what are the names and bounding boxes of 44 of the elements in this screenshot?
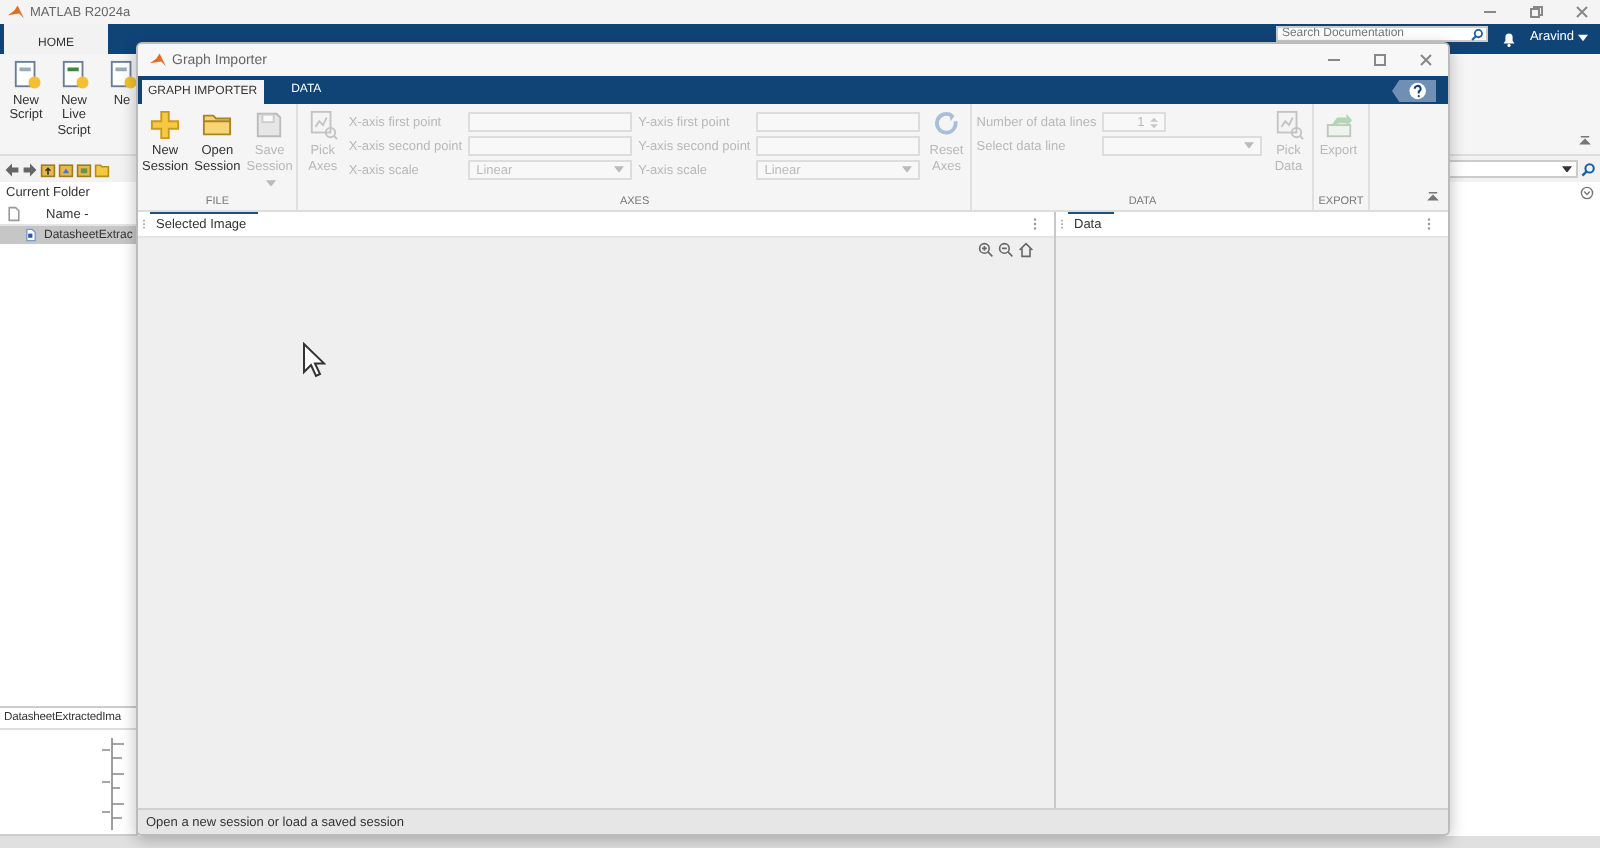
expand-icon[interactable] [1580,186,1594,200]
caret-icon [1244,142,1255,150]
chart-magnifier-icon [1273,110,1304,140]
caret-icon [1578,33,1588,41]
dropdown-field[interactable] [1102,136,1263,156]
forward-icon[interactable] [22,161,38,177]
zoom-out-icon[interactable] [998,242,1014,258]
input-field[interactable] [756,136,921,156]
input-field[interactable] [468,136,633,156]
folder-icon [202,110,233,140]
collapse-icon[interactable] [1578,134,1592,148]
reset-icon [931,110,962,140]
search-icon[interactable] [1580,161,1596,177]
script-icon [11,60,41,90]
plus-icon [150,110,181,140]
file-icon [24,228,38,242]
matlab-logo-icon [8,4,24,20]
back-icon[interactable] [4,161,20,177]
close-icon[interactable] [1416,50,1436,70]
zoom-in-icon[interactable] [978,242,994,258]
browse-folder-icon[interactable] [58,161,74,177]
folder-up-icon[interactable] [40,161,56,177]
help-icon[interactable] [1392,80,1436,102]
caret-icon [1562,165,1572,173]
chart-magnifier-icon [307,110,338,140]
file-icon [6,206,22,222]
bell-icon[interactable] [1499,30,1518,48]
script-icon [107,60,137,90]
more-options-icon[interactable] [1426,216,1432,232]
search-icon[interactable] [1469,27,1484,41]
collapse-icon[interactable] [1426,190,1440,204]
maximize-icon[interactable] [1370,50,1390,70]
caret-icon [902,166,913,174]
mouse-cursor-icon [302,342,326,378]
input-field[interactable] [468,112,633,132]
script-icon [59,60,89,90]
close-icon[interactable] [1572,2,1592,22]
input-field[interactable] [756,112,921,132]
thumbnail-drawing [100,734,128,834]
home-icon[interactable] [1018,242,1034,258]
export-icon [1323,110,1354,140]
caret-icon [614,166,625,174]
restore-icon[interactable] [1526,2,1546,22]
more-options-icon[interactable] [1032,216,1038,232]
